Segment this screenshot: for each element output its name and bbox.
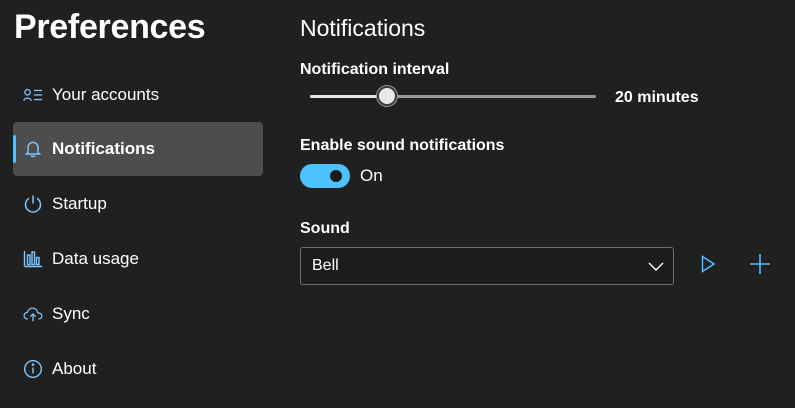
sound-dropdown[interactable]: Bell (300, 247, 674, 285)
bell-icon (23, 139, 43, 159)
interval-slider[interactable] (310, 86, 596, 106)
play-sound-button[interactable] (695, 253, 721, 279)
sound-notifications-label: Enable sound notifications (300, 137, 505, 154)
toggle-knob (330, 170, 342, 182)
bar-chart-icon (23, 249, 43, 269)
sidebar-item-your-accounts[interactable]: Your accounts (13, 68, 263, 122)
sidebar-item-data-usage[interactable]: Data usage (13, 232, 263, 286)
sidebar: Preferences Your accounts Notifications … (0, 0, 280, 408)
chevron-down-icon (647, 258, 665, 274)
power-icon (23, 194, 43, 214)
sidebar-item-about[interactable]: About (13, 342, 263, 396)
app-title: Preferences (14, 8, 206, 46)
section-title: Notifications (300, 15, 426, 41)
sidebar-item-notifications[interactable]: Notifications (13, 122, 263, 176)
accounts-icon (23, 85, 43, 105)
slider-fill (310, 95, 387, 98)
sidebar-item-sync[interactable]: Sync (13, 287, 263, 341)
slider-thumb[interactable] (377, 86, 397, 106)
interval-value: 20 minutes (615, 89, 699, 106)
sound-selected-value: Bell (312, 257, 339, 274)
sound-notifications-toggle[interactable] (300, 164, 350, 188)
cloud-sync-icon (23, 304, 43, 324)
preferences-window: Preferences Your accounts Notifications … (0, 0, 795, 408)
play-icon (700, 254, 716, 278)
sidebar-item-label: Notifications (52, 139, 155, 158)
sidebar-item-label: Sync (52, 304, 90, 323)
info-icon (23, 359, 43, 379)
add-sound-button[interactable] (747, 253, 773, 279)
sidebar-item-startup[interactable]: Startup (13, 177, 263, 231)
sidebar-item-label: Data usage (52, 249, 139, 268)
toggle-state-label: On (360, 166, 383, 185)
interval-label: Notification interval (300, 61, 450, 78)
sidebar-item-label: Your accounts (52, 85, 160, 104)
sound-label: Sound (300, 220, 350, 237)
sidebar-item-label: About (52, 359, 97, 378)
main-content: Notifications Notification interval 20 m… (300, 0, 795, 408)
sidebar-item-label: Startup (52, 194, 107, 213)
plus-icon (749, 253, 771, 280)
